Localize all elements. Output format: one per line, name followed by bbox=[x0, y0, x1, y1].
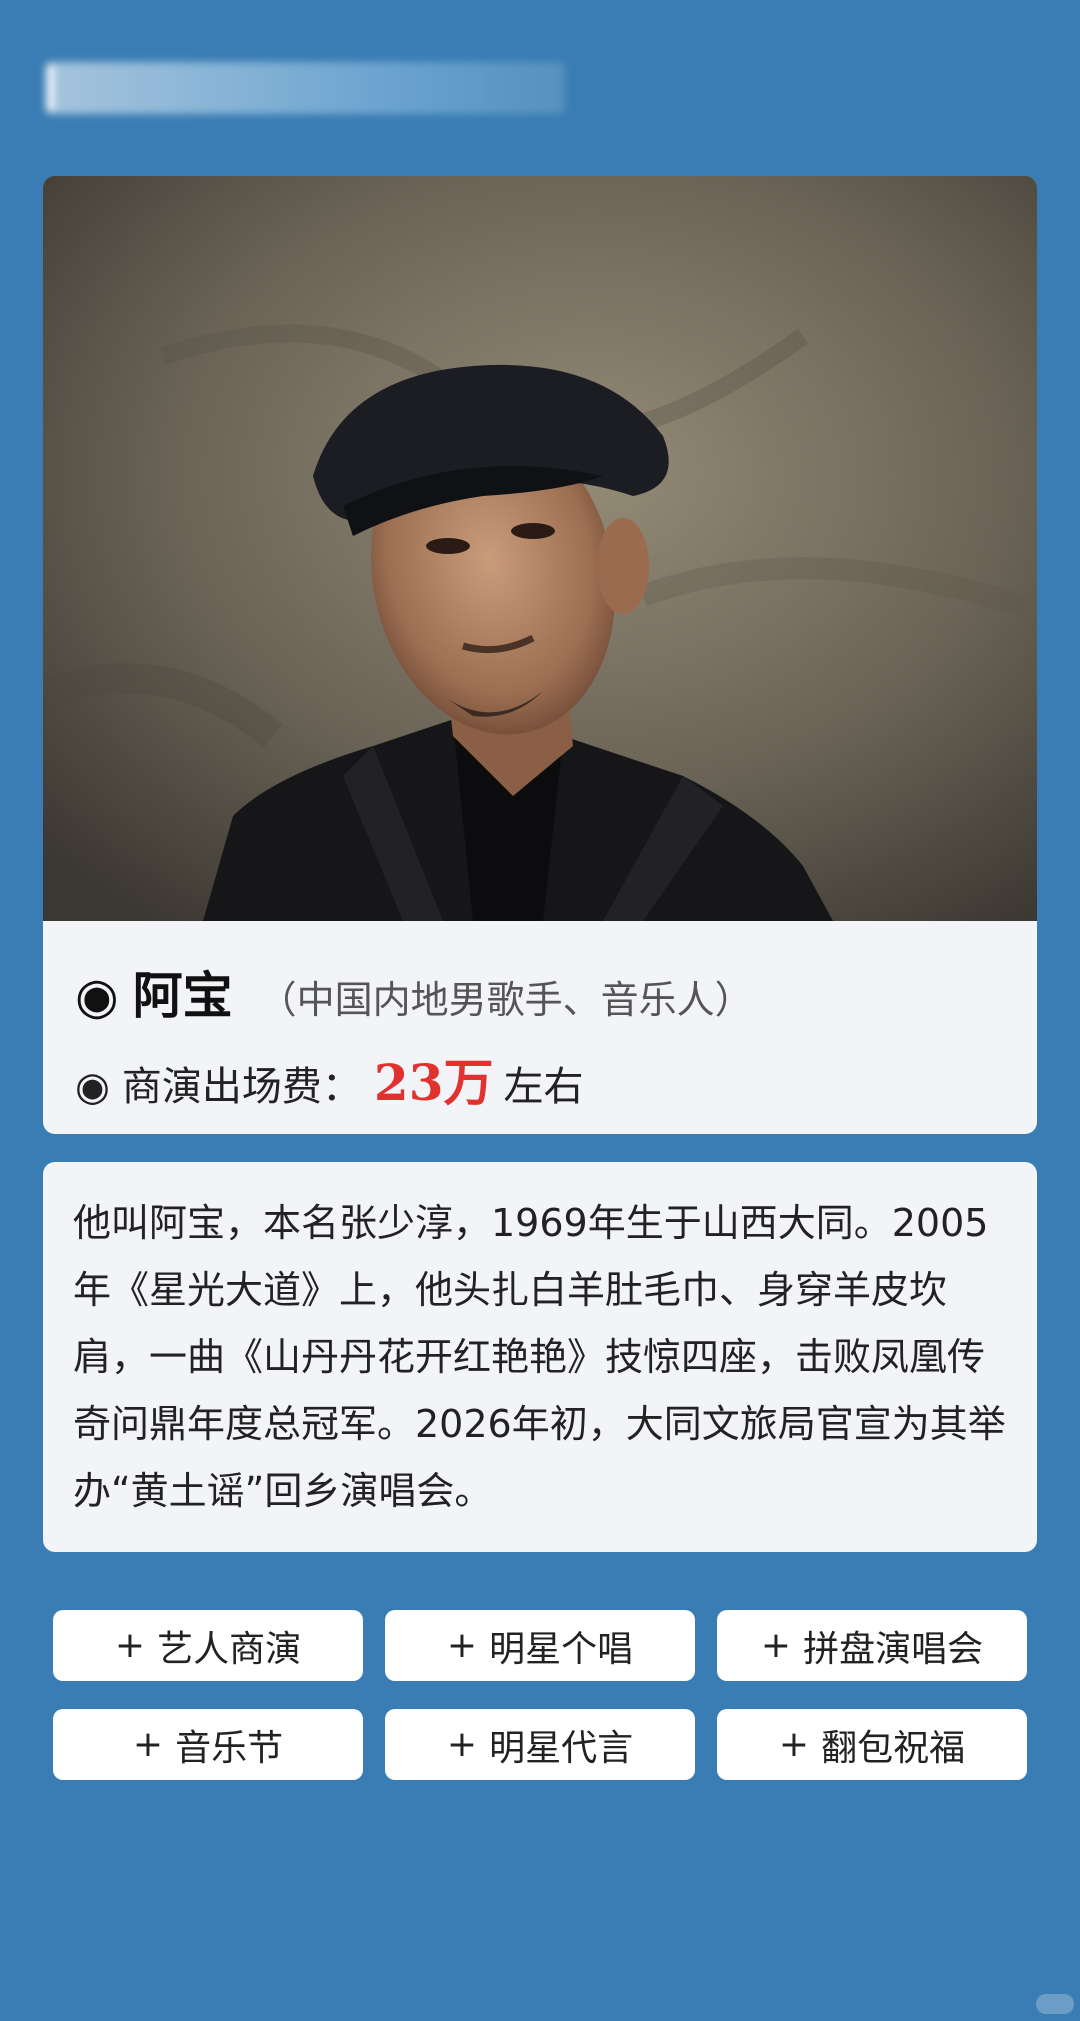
fee-label: 商演出场费： bbox=[121, 1064, 362, 1110]
plus-icon: + bbox=[132, 1724, 164, 1765]
tag-artist-commercial[interactable]: + 艺人商演 bbox=[53, 1610, 363, 1681]
artist-name: 阿宝 bbox=[132, 967, 233, 1025]
tag-star-solo-concert[interactable]: + 明星个唱 bbox=[385, 1610, 695, 1681]
plus-icon: + bbox=[446, 1625, 478, 1666]
artist-card: ◉ 阿宝 （中国内地男歌手、音乐人） ◉ 商演出场费： 23万 左右 bbox=[43, 176, 1037, 1134]
plus-icon: + bbox=[778, 1724, 810, 1765]
artist-description: （中国内地男歌手、音乐人） bbox=[258, 978, 753, 1022]
name-bullet-icon: ◉ bbox=[75, 967, 119, 1025]
service-tags: + 艺人商演 + 明星个唱 + 拼盘演唱会 + 音乐节 + 明星代言 + 翻包祝… bbox=[53, 1610, 1027, 1780]
plus-icon: + bbox=[760, 1625, 792, 1666]
tag-label: 拼盘演唱会 bbox=[803, 1628, 984, 1670]
tag-joint-concert[interactable]: + 拼盘演唱会 bbox=[717, 1610, 1027, 1681]
bio-card: 他叫阿宝，本名张少淳，1969年生于山西大同。2005年《星光大道》上，他头扎白… bbox=[43, 1162, 1037, 1552]
fee-bullet-icon: ◉ bbox=[75, 1064, 110, 1110]
bio-text: 他叫阿宝，本名张少淳，1969年生于山西大同。2005年《星光大道》上，他头扎白… bbox=[73, 1201, 1006, 1513]
tag-label: 翻包祝福 bbox=[821, 1727, 966, 1769]
tag-label: 明星个唱 bbox=[489, 1628, 634, 1670]
tag-label: 艺人商演 bbox=[157, 1628, 302, 1670]
tag-music-festival[interactable]: + 音乐节 bbox=[53, 1709, 363, 1780]
artist-name-row: ◉ 阿宝 （中国内地男歌手、音乐人） bbox=[75, 956, 753, 1028]
fee-value: 23万 bbox=[373, 1053, 494, 1112]
watermark-logo bbox=[1036, 1994, 1074, 2014]
fee-row: ◉ 商演出场费： 23万 左右 bbox=[75, 1043, 584, 1115]
tag-label: 明星代言 bbox=[489, 1727, 634, 1769]
plus-icon: + bbox=[114, 1625, 146, 1666]
tag-flip-bag-blessing[interactable]: + 翻包祝福 bbox=[717, 1709, 1027, 1780]
plus-icon: + bbox=[446, 1724, 478, 1765]
fee-suffix: 左右 bbox=[503, 1064, 584, 1110]
artist-photo bbox=[43, 176, 1037, 921]
tag-celebrity-endorsement[interactable]: + 明星代言 bbox=[385, 1709, 695, 1780]
blurred-page-title bbox=[45, 62, 565, 114]
tag-label: 音乐节 bbox=[175, 1727, 284, 1769]
